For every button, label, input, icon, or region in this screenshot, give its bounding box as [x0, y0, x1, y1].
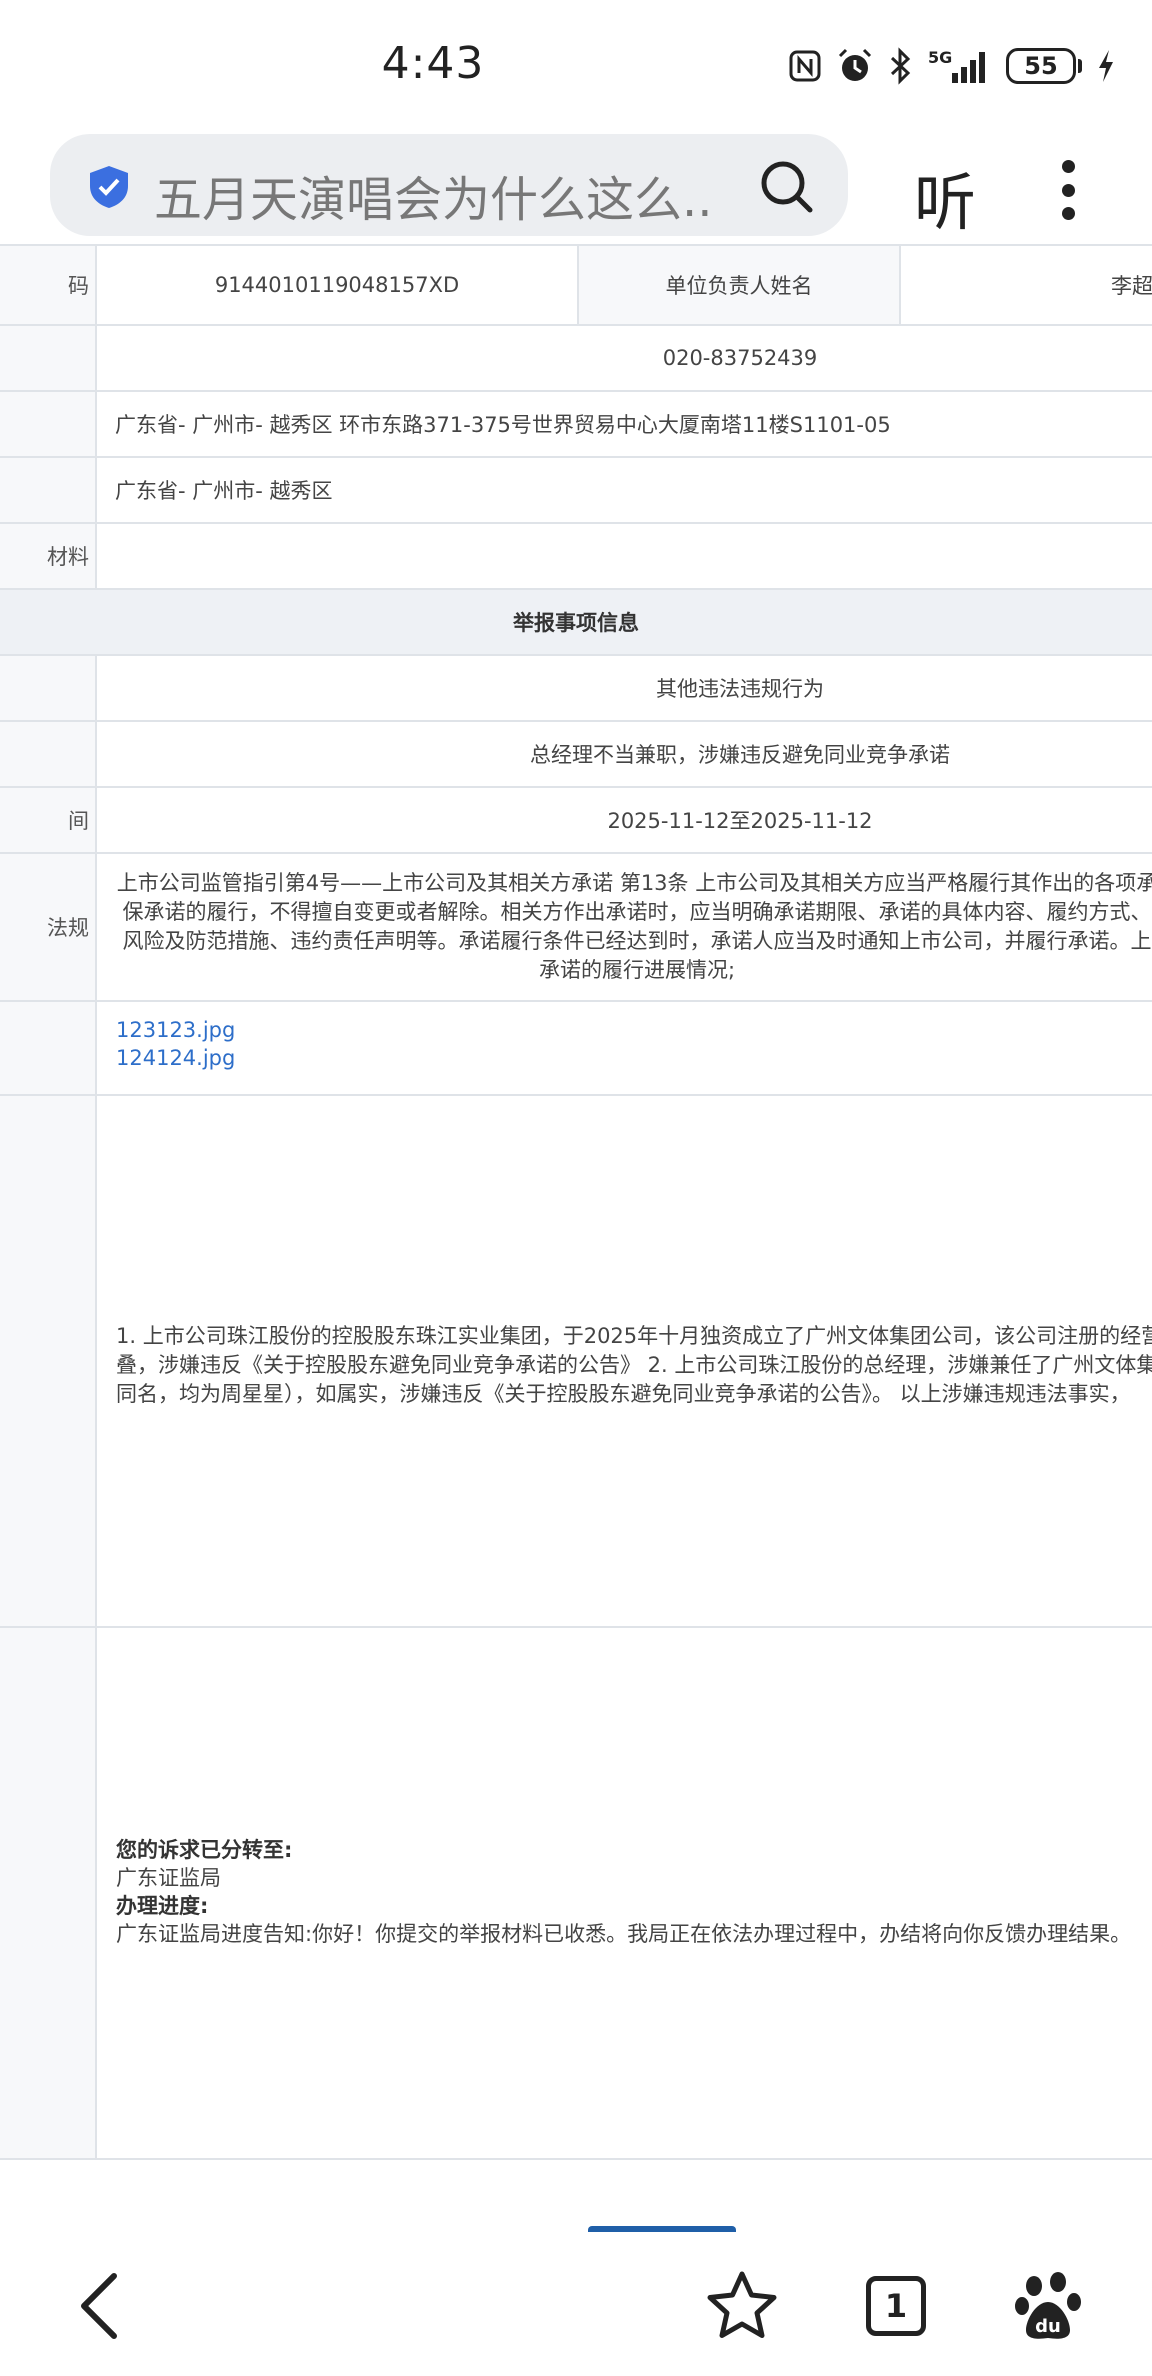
table-row: 法规 上市公司监管指引第4号——上市公司及其相关方承诺 第13条 上市公司及其相… — [0, 854, 1152, 1002]
status-time: 4:43 — [381, 38, 485, 89]
materials-value — [97, 524, 1152, 588]
attachment-link[interactable]: 123123.jpg — [116, 1018, 235, 1042]
phone-value: 020-83752439 — [662, 346, 818, 370]
search-query-text[interactable]: 五月天演唱会为什么这么... — [154, 160, 714, 230]
row-label: 法规 — [0, 854, 97, 1000]
battery-level: 55 — [1006, 48, 1076, 84]
star-icon[interactable] — [704, 2268, 780, 2344]
row-label — [0, 1628, 97, 2158]
row-label — [0, 722, 97, 786]
section-title: 举报事项信息 — [513, 611, 639, 635]
nfc-icon — [789, 50, 821, 82]
row-label: 间 — [0, 788, 97, 852]
region-value: 广东省- 广州市- 越秀区 — [115, 479, 333, 503]
table-row: 123123.jpg 124124.jpg — [0, 1002, 1152, 1096]
table-row: 您的诉求已分转至: 广东证监局 办理进度: 广东证监局进度告知:你好！你提交的举… — [0, 1628, 1152, 2160]
more-menu-icon[interactable] — [1050, 154, 1086, 226]
section-header: 举报事项信息 — [0, 590, 1152, 656]
table-row: 总经理不当兼职，涉嫌违反避免同业竞争承诺 — [0, 722, 1152, 788]
credit-code-value: 9144010119048157XD — [97, 246, 579, 324]
svg-text:5G: 5G — [928, 48, 952, 67]
bottom-nav: 1 du — [0, 2232, 1152, 2376]
table-row: 020-83752439 — [0, 326, 1152, 392]
report-subject-value: 总经理不当兼职，涉嫌违反避免同业竞争承诺 — [530, 743, 950, 767]
status-bar: 4:43 5G 55 — [0, 0, 1152, 132]
row-label — [0, 326, 97, 390]
table-row: 广东省- 广州市- 越秀区 — [0, 458, 1152, 524]
charging-icon — [1099, 50, 1113, 82]
progress-label: 办理进度: — [116, 1894, 209, 1918]
row-label — [0, 1096, 97, 1626]
table-row: 1. 上市公司珠江股份的控股股东珠江实业集团，于2025年十月独资成立了广州文体… — [0, 1096, 1152, 1628]
row-label — [0, 656, 97, 720]
tabs-icon[interactable]: 1 — [858, 2268, 934, 2344]
report-type-value: 其他违法违规行为 — [656, 677, 824, 701]
row-label — [0, 458, 97, 522]
attachment-link[interactable]: 124124.jpg — [116, 1046, 235, 1070]
battery-icon: 55 — [1006, 48, 1082, 84]
row-label — [0, 392, 97, 456]
head-name-label: 单位负责人姓名 — [579, 246, 901, 324]
baidu-paw-icon[interactable]: du — [1012, 2268, 1088, 2344]
address-value: 广东省- 广州市- 越秀区 环市东路371-375号世界贸易中心大厦南塔11楼S… — [115, 413, 891, 437]
progress-value: 广东证监局进度告知:你好！你提交的举报材料已收悉。我局正在依法办理过程中，办结将… — [116, 1922, 1132, 1946]
table-row: 其他违法违规行为 — [0, 656, 1152, 722]
address-bar[interactable]: 五月天演唱会为什么这么... — [50, 134, 848, 236]
table-row: 材料 — [0, 524, 1152, 590]
status-icons: 5G 55 — [788, 46, 1116, 86]
listen-button[interactable]: 听 — [914, 152, 976, 242]
attachment-list: 123123.jpg 124124.jpg — [116, 1018, 235, 1070]
web-content: 码 9144010119048157XD 单位负责人姓名 李超 020-8375… — [0, 244, 1152, 2232]
head-name-value: 李超 — [1111, 274, 1152, 298]
transfer-value: 广东证监局 — [116, 1866, 221, 1890]
reply-block: 您的诉求已分转至: 广东证监局 办理进度: 广东证监局进度告知:你好！你提交的举… — [116, 1836, 1152, 1948]
alarm-icon — [838, 48, 872, 81]
bluetooth-icon — [890, 47, 911, 85]
row-label: 材料 — [0, 524, 97, 588]
browser-toolbar: 五月天演唱会为什么这么... 听 — [0, 132, 1152, 244]
security-shield-icon — [90, 166, 128, 208]
back-arrow-icon[interactable] — [64, 2268, 140, 2344]
table-row: 间 2025-11-12至2025-11-12 — [0, 788, 1152, 854]
table-row: 码 9144010119048157XD 单位负责人姓名 李超 — [0, 244, 1152, 326]
row-label — [0, 1002, 97, 1094]
5g-signal-icon: 5G — [928, 48, 985, 83]
table-row: 广东省- 广州市- 越秀区 环市东路371-375号世界贸易中心大厦南塔11楼S… — [0, 392, 1152, 458]
tab-count: 1 — [866, 2276, 926, 2336]
report-description: 1. 上市公司珠江股份的控股股东珠江实业集团，于2025年十月独资成立了广州文体… — [116, 1324, 1152, 1406]
transfer-label: 您的诉求已分转至: — [116, 1838, 293, 1862]
row-label: 码 — [0, 246, 97, 324]
report-period-value: 2025-11-12至2025-11-12 — [607, 809, 873, 833]
law-text: 上市公司监管指引第4号——上市公司及其相关方承诺 第13条 上市公司及其相关方应… — [116, 871, 1152, 982]
svg-text:du: du — [1035, 2316, 1061, 2337]
search-icon[interactable] — [756, 156, 816, 216]
